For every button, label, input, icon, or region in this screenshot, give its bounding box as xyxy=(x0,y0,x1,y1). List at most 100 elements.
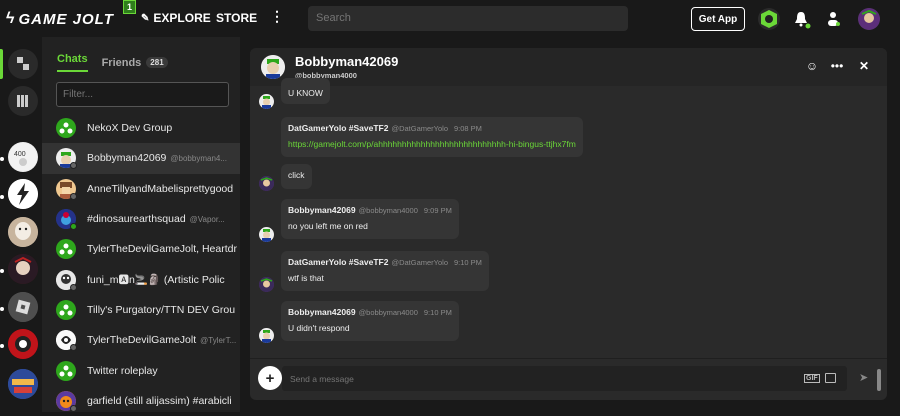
message-bubble: Bobbyman42069 @bobbyman4000 9:10 PM U didn… xyxy=(281,301,459,341)
message-author: Bobbyman42069 xyxy=(288,307,356,317)
message-bubble: DatGamerYolo #SaveTF2 @DatGamerYolo 9:10 P… xyxy=(281,251,489,291)
avatar xyxy=(56,178,77,200)
send-icon[interactable]: ➤ xyxy=(859,371,868,384)
chat-name: AnneTillyandMabelisprettygood xyxy=(87,182,234,195)
activity-icon[interactable] xyxy=(822,8,844,30)
message-author: Bobbyman42069 xyxy=(288,205,356,215)
creator-icon[interactable] xyxy=(758,8,780,30)
explore-icon: ✎ xyxy=(141,12,150,24)
avatar xyxy=(56,209,77,231)
message-input[interactable] xyxy=(282,366,847,391)
filter-input[interactable] xyxy=(56,82,229,107)
more-menu-icon[interactable]: ⋮ xyxy=(270,8,284,25)
message-author: DatGamerYolo #SaveTF2 xyxy=(288,123,389,133)
friends-count-badge: 281 xyxy=(146,57,168,68)
community-avatar-1[interactable]: 400 xyxy=(8,142,38,172)
group-icon xyxy=(56,360,76,381)
group-icon xyxy=(56,118,76,139)
chat-list: NekoX Dev Group Bobbyman42069 @bobbyman4… xyxy=(42,113,240,416)
top-bar: ϟ GAME JOLT 1 ✎ EXPLORE STORE ⋮ Get App xyxy=(0,0,900,37)
message-text: click xyxy=(288,170,305,180)
library-rail-icon[interactable] xyxy=(8,86,38,116)
community-avatar-3[interactable] xyxy=(8,217,38,247)
notification-badge: 1 xyxy=(123,0,136,14)
avatar xyxy=(56,390,77,412)
chat-item[interactable]: #dinosaurearthsquad @Vapor... xyxy=(42,204,240,234)
message-bubble: U KNOW xyxy=(281,78,330,104)
chat-avatar[interactable] xyxy=(261,55,285,79)
message-avatar[interactable] xyxy=(259,94,274,109)
svg-text:400: 400 xyxy=(14,151,26,158)
gamejolt-logo[interactable]: ϟ GAME JOLT 1 xyxy=(6,0,136,29)
chat-rail-icon[interactable] xyxy=(8,49,38,79)
chat-item[interactable]: Tilly's Purgatory/TTN DEV Grou xyxy=(42,295,240,325)
explore-label: EXPLORE xyxy=(153,11,211,25)
chat-item-selected[interactable]: Bobbyman42069 @bobbyman4... xyxy=(42,143,240,174)
chat-item[interactable]: garfield (still alijassim) #arabicli xyxy=(42,386,240,416)
explore-link[interactable]: ✎ EXPLORE xyxy=(141,11,211,25)
chat-item[interactable]: TylerTheDevilGameJolt @TylerT... xyxy=(42,325,240,355)
message-bubble: Bobbyman42069 @bobbyman4000 9:09 PM no you… xyxy=(281,199,459,239)
community-avatar-7[interactable] xyxy=(8,369,38,399)
chat-handle: @bobbyman4... xyxy=(170,153,228,163)
chat-item[interactable]: NekoX Dev Group xyxy=(42,113,240,143)
store-link[interactable]: STORE xyxy=(216,11,257,25)
tab-chats[interactable]: Chats xyxy=(57,53,88,72)
message-composer: + GIF ➤ xyxy=(250,358,887,400)
chat-name: Bobbyman42069 xyxy=(87,152,167,165)
chat-title: Bobbyman42069 xyxy=(295,54,399,69)
message-bubble: DatGamerYolo #SaveTF2 @DatGamerYolo 9:08 P… xyxy=(281,117,583,157)
chat-name: TylerTheDevilGameJolt xyxy=(87,334,197,347)
close-icon[interactable]: ✕ xyxy=(857,59,871,73)
add-attachment-button[interactable]: + xyxy=(258,366,282,390)
message-text: wtf is that xyxy=(288,273,324,283)
group-icon xyxy=(56,299,76,320)
chat-list-panel: Chats Friends 281 NekoX Dev Group Bobbym… xyxy=(42,37,280,412)
chat-header: Bobbyman42069 @bobbyman4000 ☺ ••• ✕ xyxy=(250,48,887,86)
message-time: 9:10 PM xyxy=(423,308,452,317)
logo-text: GAME JOLT xyxy=(18,10,114,28)
message-text: no you left me on red xyxy=(288,221,368,231)
get-app-button[interactable]: Get App xyxy=(691,7,745,31)
chat-name: funi_m🅰n🚬🗿 (Artistic Polic xyxy=(87,274,225,287)
search-input[interactable] xyxy=(308,6,628,31)
group-icon xyxy=(56,239,76,260)
message-handle: @DatGamerYolo xyxy=(391,258,448,267)
message-avatar[interactable] xyxy=(259,328,274,343)
chat-item[interactable]: AnneTillyandMabelisprettygood xyxy=(42,174,240,204)
message-handle: @DatGamerYolo xyxy=(391,124,448,133)
image-icon[interactable] xyxy=(825,373,836,383)
community-avatar-2[interactable] xyxy=(8,179,38,209)
chat-item[interactable]: Twitter roleplay xyxy=(42,355,240,385)
more-options-icon[interactable]: ••• xyxy=(830,59,844,73)
message-time: 9:10 PM xyxy=(454,258,482,267)
chat-name: Twitter roleplay xyxy=(87,364,158,377)
chat-name: TylerTheDevilGameJolt, Heartdr xyxy=(87,243,237,256)
chat-handle: @TylerT... xyxy=(200,335,237,345)
community-avatar-4[interactable] xyxy=(8,254,38,284)
roblox-community-icon[interactable] xyxy=(8,292,38,322)
message-avatar[interactable] xyxy=(259,227,274,242)
chat-name: NekoX Dev Group xyxy=(87,122,173,135)
user-avatar[interactable] xyxy=(858,8,880,30)
gif-button[interactable]: GIF xyxy=(804,374,820,383)
chat-item[interactable]: funi_m🅰n🚬🗿 (Artistic Polic xyxy=(42,264,240,294)
add-friend-icon[interactable]: ☺ xyxy=(805,59,819,73)
message-link[interactable]: https://gamejolt.com/p/ahhhhhhhhhhhhhhhh… xyxy=(288,139,576,149)
chat-name: #dinosaurearthsquad xyxy=(87,213,186,226)
chat-item[interactable]: TylerTheDevilGameJolt, Heartdr xyxy=(42,234,240,264)
message-avatar[interactable] xyxy=(259,176,274,191)
message-avatar[interactable] xyxy=(259,277,274,292)
community-avatar-6[interactable] xyxy=(8,329,38,359)
avatar xyxy=(56,269,77,291)
friends-label: Friends xyxy=(101,56,142,69)
community-rail: 400 xyxy=(0,37,42,412)
message-handle: @bobbyman4000 xyxy=(358,206,418,215)
background-gap xyxy=(240,37,250,412)
bell-icon[interactable] xyxy=(790,8,812,30)
message-text: U KNOW xyxy=(288,88,323,98)
message-time: 9:08 PM xyxy=(454,124,482,133)
chat-window: Bobbyman42069 @bobbyman4000 ☺ ••• ✕ U KN… xyxy=(250,48,887,400)
tab-friends[interactable]: Friends 281 xyxy=(102,53,168,72)
message-text: U didn't respond xyxy=(288,323,350,333)
